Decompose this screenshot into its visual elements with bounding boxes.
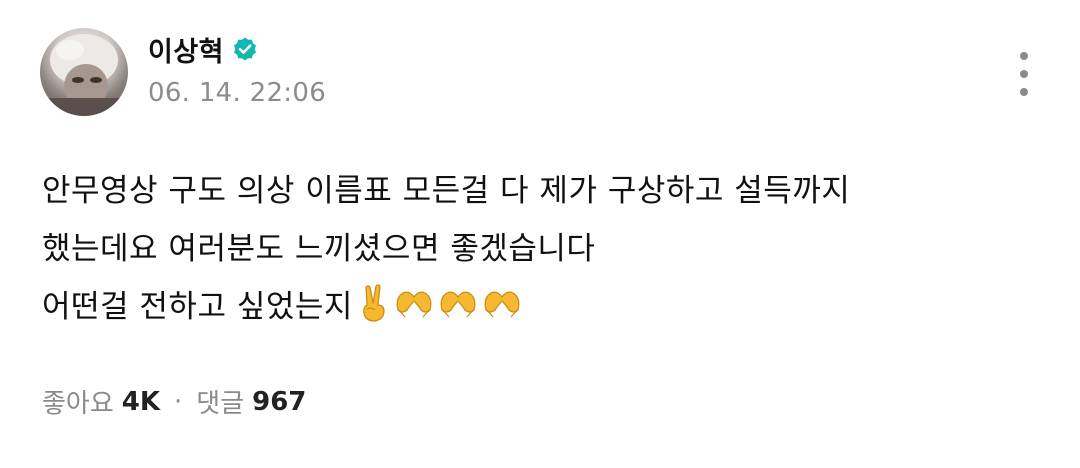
more-options-button[interactable] — [1008, 50, 1040, 98]
more-vertical-icon — [1020, 52, 1028, 60]
victory-hand-emoji — [363, 284, 385, 322]
heart-hands-emoji — [396, 291, 432, 318]
more-vertical-icon-dot — [1020, 88, 1028, 96]
likes-stat[interactable]: 좋아요 4K — [42, 383, 160, 420]
post-stats: 좋아요 4K · 댓글 967 — [42, 383, 306, 420]
avatar[interactable] — [40, 28, 128, 116]
author-row: 이상혁 — [148, 30, 258, 69]
more-vertical-icon-dot — [1020, 70, 1028, 78]
post-body-line: 어떤걸 전하고 싶었는지 — [42, 278, 1042, 336]
avatar-photo — [40, 34, 128, 116]
heart-hands-emoji — [484, 291, 520, 318]
heart-hands-emoji — [440, 291, 476, 318]
emoji-row — [357, 283, 525, 323]
post-body-line: 안무영상 구도 의상 이름표 모든걸 다 제가 구상하고 설득까지 — [42, 173, 851, 209]
author-name[interactable]: 이상혁 — [148, 30, 224, 69]
comments-stat[interactable]: 댓글 967 — [196, 383, 306, 420]
verified-badge-icon — [232, 36, 258, 62]
comments-count: 967 — [252, 386, 307, 417]
post-body-line: 했는데요 여러분도 느끼셨으면 좋겠습니다 — [42, 231, 596, 267]
likes-label: 좋아요 — [42, 389, 114, 419]
stats-separator: · — [174, 386, 183, 417]
post-body: 안무영상 구도 의상 이름표 모든걸 다 제가 구상하고 설득까지 했는데요 여… — [42, 162, 1042, 336]
comments-label: 댓글 — [196, 389, 245, 419]
likes-count: 4K — [121, 386, 161, 417]
post-body-line-text: 어떤걸 전하고 싶었는지 — [42, 289, 353, 325]
post-timestamp: 06. 14. 22:06 — [148, 78, 327, 108]
post-card: 이상혁 06. 14. 22:06 안무영상 구도 의상 이름표 모든걸 다 제… — [0, 0, 1080, 468]
